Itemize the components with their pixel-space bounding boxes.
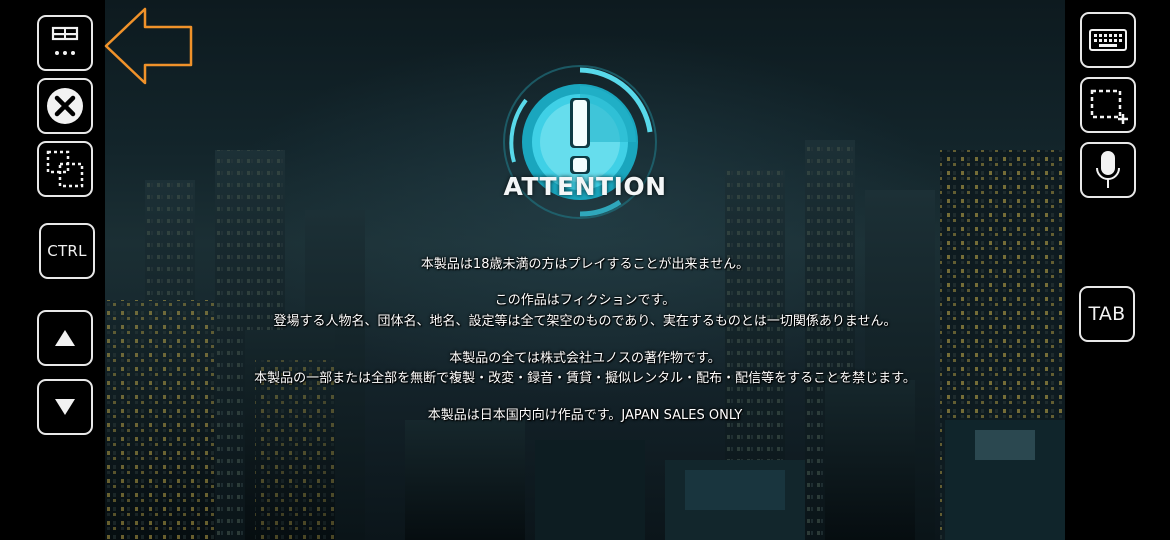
close-button[interactable]	[37, 78, 93, 134]
attention-title: ATTENTION	[503, 172, 667, 201]
notice-line-fiction: この作品はフィクションです。	[494, 293, 676, 308]
notice-line-copyright: 本製品の全ては株式会社ユノスの著作物です。	[449, 351, 721, 366]
dotted-squares-icon	[46, 150, 84, 188]
ctrl-label: CTRL	[47, 242, 87, 260]
selection-button[interactable]	[1080, 77, 1136, 133]
notice-line-age: 本製品は18歳未満の方はプレイすることが出来ません。	[420, 257, 750, 272]
microphone-button[interactable]	[1080, 142, 1136, 198]
scroll-down-button[interactable]	[37, 379, 93, 435]
ctrl-button[interactable]: CTRL	[39, 223, 95, 279]
dotted-squares-button[interactable]	[37, 141, 93, 197]
tab-label: TAB	[1088, 303, 1126, 325]
close-circle-icon	[47, 88, 83, 124]
keyboard-button[interactable]	[1080, 12, 1136, 68]
scroll-up-button[interactable]	[37, 310, 93, 366]
keyboard-icon	[1089, 29, 1127, 51]
window-menu-button[interactable]	[37, 15, 93, 71]
left-toolbar: CTRL	[0, 0, 105, 540]
tab-button[interactable]: TAB	[1079, 286, 1135, 342]
microphone-icon	[1096, 151, 1120, 188]
notice-line-prohibited: 本製品の一部または全部を無断で複製・改変・録音・賃貸・擬似レンタル・配布・配信等…	[254, 371, 916, 386]
triangle-down-icon	[55, 399, 75, 415]
notice-line-japan-only: 本製品は日本国内向け作品です。JAPAN SALES ONLY	[427, 408, 743, 423]
triangle-up-icon	[55, 330, 75, 346]
notice-line-names: 登場する人物名、団体名、地名、設定等は全て架空のものであり、実在するものとは一切…	[273, 314, 897, 329]
selection-plus-icon	[1090, 89, 1128, 124]
hint-arrow-icon	[104, 7, 193, 85]
game-screen[interactable]: ATTENTION 本製品は18歳未満の方はプレイすることが出来ません。 この作…	[105, 0, 1065, 540]
window-menu-icon	[51, 26, 79, 55]
